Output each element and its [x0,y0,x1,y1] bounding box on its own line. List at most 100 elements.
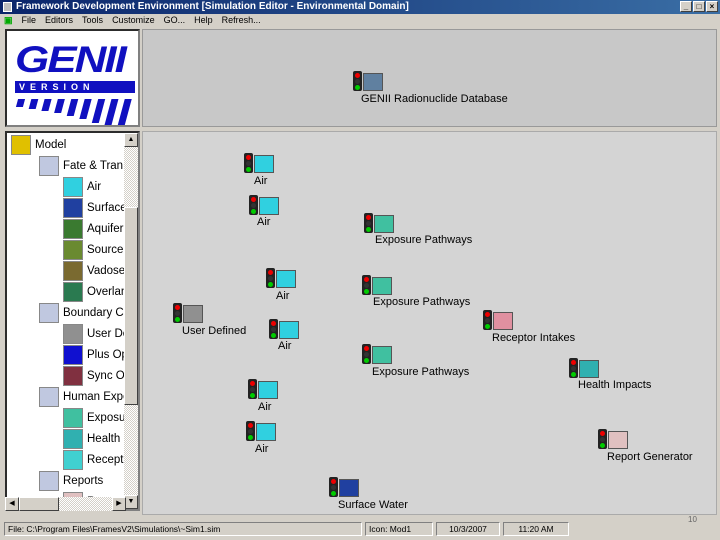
node-label: Surface Water [338,499,408,511]
module-icon [63,282,83,302]
logo-title: GENII [15,39,127,81]
menu-go[interactable]: GO... [164,14,186,27]
menu-help[interactable]: Help [194,14,213,27]
node-label: Air [257,216,271,228]
node-label: Health Impacts [578,379,652,391]
module-icon [63,345,83,365]
app-menu-icon[interactable]: ▣ [4,14,13,27]
traffic-light-icon [248,379,257,399]
module-icon [493,312,513,330]
tree-item-label: Surface [87,202,127,214]
traffic-light-icon [364,213,373,233]
module-icon [63,366,83,386]
tree-horizontal-scrollbar[interactable]: ◀ ▶ [5,497,126,511]
menu-customize[interactable]: Customize [112,14,155,27]
tree-item[interactable]: Recept [63,450,123,470]
tree-item-label: Reports [63,475,104,487]
traffic-light-icon [569,358,578,378]
tree-item[interactable]: Human Expo [39,387,129,407]
tree-item[interactable]: Aquifer [63,219,123,239]
status-bar: File: C:\Program Files\FramesV2\Simulati… [0,520,720,538]
traffic-light-icon [244,153,253,173]
traffic-light-icon [598,429,607,449]
app-icon [3,2,12,12]
tree-item-label: Air [87,181,102,193]
module-icon [11,135,31,155]
module-icon [374,215,394,233]
module-icon [63,177,83,197]
module-icon [276,270,296,288]
traffic-light-icon [269,319,278,339]
tree-item-label: Health [87,433,121,445]
tree-item[interactable]: Reports [39,471,103,491]
module-icon [579,360,599,378]
folder-icon [39,156,59,176]
node-label: Report Generator [607,451,693,463]
traffic-light-icon [246,421,255,441]
tree-item-label: Boundary C [63,307,124,319]
scroll-left-button[interactable]: ◀ [5,497,19,511]
scroll-thumb-h[interactable] [19,497,59,511]
menu-refresh[interactable]: Refresh... [222,14,261,27]
tree-item[interactable]: Fate & Tran [39,156,123,176]
traffic-light-icon [362,344,371,364]
page-number: 10 [688,515,697,524]
tree-item[interactable]: Boundary C [39,303,124,323]
node-label: Exposure Pathways [373,296,471,308]
tree-item[interactable]: Air [63,177,101,197]
status-date: 10/3/2007 [436,522,500,536]
module-icon [608,431,628,449]
folder-icon [39,471,59,491]
model-tree: ReportReportsReceptHealthExposuHuman Exp… [5,131,140,511]
traffic-light-icon [362,275,371,295]
tree-item-label: Model [35,139,67,151]
maximize-button[interactable]: □ [693,1,705,12]
tree-item[interactable]: Overlan [63,282,127,302]
scroll-right-button[interactable]: ▶ [112,497,126,511]
module-icon [372,346,392,364]
scroll-down-button[interactable]: ▼ [124,495,138,509]
tree-item[interactable]: Model [11,135,66,155]
traffic-light-icon [353,71,362,91]
traffic-light-icon [483,310,492,330]
scroll-up-button[interactable]: ▲ [124,133,138,147]
tree-item[interactable]: Plus Op [63,345,128,365]
folder-icon [39,387,59,407]
module-icon [339,479,359,497]
tree-vertical-scrollbar[interactable]: ▲ ▼ [124,133,138,509]
module-icon [259,197,279,215]
tree-item-label: Aquifer [87,223,124,235]
window-title: Framework Development Environment [Simul… [16,1,409,12]
node-label: Exposure Pathways [372,366,470,378]
menu-editors[interactable]: Editors [45,14,73,27]
module-icon [256,423,276,441]
menu-tools[interactable]: Tools [82,14,103,27]
scroll-thumb[interactable] [124,207,138,405]
node-label: Exposure Pathways [375,234,473,246]
tree-item[interactable]: Sync Op [63,366,131,386]
tree-item[interactable]: Vadose [63,261,125,281]
tree-item[interactable]: Health [63,429,120,449]
tree-item-label: Plus Op [87,349,128,361]
module-icon [63,408,83,428]
close-button[interactable]: × [706,1,718,12]
tree-item-label: Source [87,244,124,256]
node-label: Air [278,340,292,352]
module-icon [63,324,83,344]
tree-item-label: Vadose [87,265,126,277]
tree-item[interactable]: User De [63,324,129,344]
logo-version: VERSION 2.06 [15,81,135,104]
node-label: Air [255,443,269,455]
module-icon [258,381,278,399]
node-label: Air [258,401,272,413]
module-icon [279,321,299,339]
tree-item[interactable]: Source [63,240,123,260]
tree-item[interactable]: Exposu [63,408,125,428]
menu-file[interactable]: File [22,14,37,27]
tree-item-label: Recept [87,454,124,466]
tree-item-label: Overlan [87,286,128,298]
tree-item[interactable]: Surface [63,198,127,218]
simulation-canvas[interactable]: Air Air Exposure Pathways Air Exposure Pathw… [142,131,717,515]
minimize-button[interactable]: _ [680,1,692,12]
module-icon [254,155,274,173]
